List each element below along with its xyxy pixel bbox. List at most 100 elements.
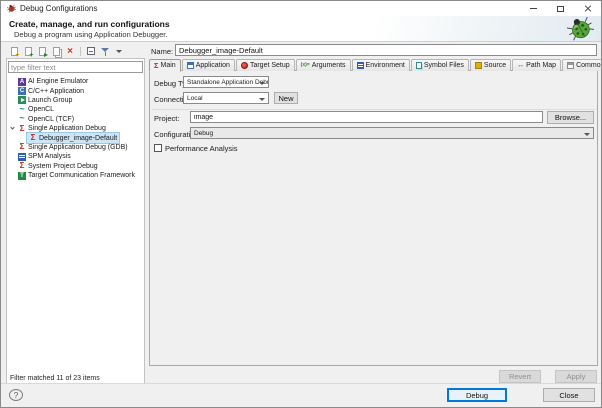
new-connection-button[interactable]: New: [274, 92, 298, 104]
tree-item-launch-group[interactable]: Launch Group: [7, 96, 144, 105]
window-control-maximize[interactable]: [547, 1, 574, 16]
collapse-all-icon: [87, 47, 95, 55]
ladybug-graphic: [567, 17, 594, 42]
delete-icon: [66, 47, 75, 56]
opencl-icon: [18, 115, 26, 123]
tab-path-map[interactable]: Path Map: [512, 59, 561, 71]
tab-common-icon: [567, 62, 574, 69]
tab-source-icon: [475, 62, 482, 69]
tree-item-single-application-debug-gdb[interactable]: Single Application Debug (GDB): [7, 143, 144, 152]
filter-status: Filter matched 11 of 23 items: [10, 375, 100, 382]
expander-icon: [9, 77, 16, 86]
toolbar-delete[interactable]: [65, 46, 75, 57]
filter-input[interactable]: [8, 61, 143, 73]
tab-source[interactable]: Source: [470, 59, 511, 71]
help-button[interactable]: [9, 389, 23, 401]
toolbar-separator: [80, 47, 81, 56]
form-separator: [152, 109, 595, 110]
expander-icon: [9, 143, 16, 152]
tab-main[interactable]: Main: [149, 59, 181, 72]
tab-arguments-icon: [301, 62, 310, 69]
tree-item-target-communication-framework[interactable]: Target Communication Framework: [7, 171, 144, 180]
tab-common[interactable]: Common: [562, 59, 602, 71]
connection-select[interactable]: Local: [183, 92, 269, 104]
tree-item-opencl[interactable]: OpenCL: [7, 105, 144, 114]
target-comm-icon: [18, 172, 26, 180]
tree-item-system-project-debug[interactable]: System Project Debug: [7, 162, 144, 171]
debug-configurations-dialog: Debug Configurations Create, manage, and…: [0, 0, 602, 408]
project-label: Project:: [154, 114, 179, 123]
content-area: AI Engine Emulator C/C++ Application: [1, 43, 601, 385]
expander-icon: [9, 152, 16, 161]
menu-arrow-icon: [116, 50, 122, 53]
toolbar-collapse-all[interactable]: [86, 46, 96, 57]
toolbar-export[interactable]: [37, 46, 47, 57]
dropdown-arrow-icon: [259, 82, 265, 85]
single-app-debug-icon: [18, 125, 26, 133]
expander-icon: [9, 171, 16, 180]
window-control-close-x[interactable]: [574, 1, 601, 16]
configurations-toolbar: [7, 45, 126, 57]
export-icon: [39, 47, 46, 56]
debug-type-select[interactable]: Standalone Application Debug: [183, 76, 269, 88]
dialog-footer: Debug Close: [1, 383, 601, 407]
debug-button[interactable]: Debug: [447, 388, 507, 402]
tab-environment[interactable]: Environment: [352, 59, 410, 71]
browse-button[interactable]: Browse...: [547, 111, 594, 124]
titlebar: Debug Configurations: [1, 1, 601, 16]
configurations-tree: AI Engine Emulator C/C++ Application: [7, 77, 144, 370]
toolbar-filter[interactable]: [100, 46, 110, 57]
main-tab-content: Debug Type: Standalone Application Debug…: [149, 70, 598, 366]
toolbar-duplicate[interactable]: [51, 46, 61, 57]
new-configuration-icon: [11, 47, 18, 56]
tab-symbol-files[interactable]: Symbol Files: [411, 59, 469, 71]
name-label: Name:: [151, 47, 173, 56]
apply-button[interactable]: Apply: [555, 370, 597, 383]
revert-button[interactable]: Revert: [499, 370, 541, 383]
toolbar-new-prototype[interactable]: [23, 46, 33, 57]
expander-icon: [9, 87, 16, 96]
tab-path-map-icon: [517, 62, 524, 69]
cpp-app-icon: [18, 87, 26, 95]
window-title: Debug Configurations: [20, 4, 97, 13]
close-x-icon: [584, 5, 592, 13]
dropdown-arrow-icon: [584, 133, 590, 136]
tab-main-icon: [154, 62, 159, 69]
project-input[interactable]: [190, 111, 543, 123]
bug-icon: [7, 4, 16, 13]
tab-arguments[interactable]: Arguments: [296, 59, 351, 71]
expander-icon: [9, 105, 16, 114]
tree-item-single-application-debug[interactable]: Single Application Debug: [7, 124, 144, 133]
tree-item-debugger-image-default[interactable]: Debugger_image-Default: [7, 133, 144, 142]
tree-item-opencl-tcf[interactable]: OpenCL (TCF): [7, 115, 144, 124]
configuration-select[interactable]: Debug: [190, 127, 594, 139]
performance-analysis-label: Performance Analysis: [165, 144, 238, 153]
performance-analysis-checkbox[interactable]: [154, 144, 162, 152]
configurations-panel: AI Engine Emulator C/C++ Application: [6, 43, 145, 385]
expander-icon: [20, 134, 27, 143]
single-app-debug-icon: [18, 143, 26, 151]
tree-item-spm-analysis[interactable]: SPM Analysis: [7, 152, 144, 161]
banner-subtitle: Debug a program using Application Debugg…: [14, 30, 167, 39]
toolbar-menu-arrow[interactable]: [114, 46, 124, 57]
minimize-icon: [530, 8, 537, 9]
expander-icon: [9, 115, 16, 124]
toolbar-new-configuration[interactable]: [9, 46, 19, 57]
tab-application[interactable]: Application: [182, 59, 235, 71]
header-banner: Create, manage, and run configurations D…: [1, 16, 601, 42]
name-input[interactable]: [175, 44, 597, 56]
banner-title: Create, manage, and run configurations: [9, 19, 170, 29]
editor-action-buttons: Revert Apply: [499, 370, 597, 383]
dropdown-arrow-icon: [259, 98, 265, 101]
expander-icon: [9, 162, 16, 171]
window-control-minimize[interactable]: [520, 1, 547, 16]
tab-target-setup-icon: [241, 62, 248, 69]
filter-icon: [101, 47, 110, 56]
editor-tabs: Main Application Target Setup Ar: [149, 58, 598, 71]
single-app-debug-icon: [29, 134, 37, 142]
close-button[interactable]: Close: [543, 388, 595, 402]
tab-target-setup[interactable]: Target Setup: [236, 59, 295, 71]
tree-item-ai-engine-emulator[interactable]: AI Engine Emulator: [7, 77, 144, 86]
system-project-debug-icon: [18, 162, 26, 170]
tree-item-c-c-application[interactable]: C/C++ Application: [7, 86, 144, 95]
